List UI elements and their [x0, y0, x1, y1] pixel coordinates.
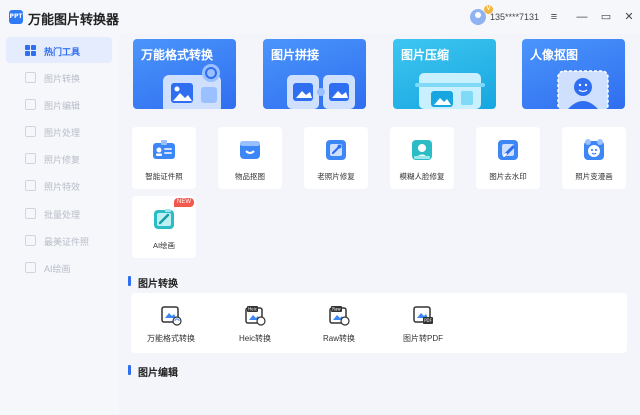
grid-icon [25, 45, 36, 56]
banner-title: 人像抠图 [530, 48, 579, 62]
tool-label: 老照片修复 [317, 172, 355, 181]
batch-icon [25, 208, 36, 219]
sidebar-item-photo-effects[interactable]: 照片特效 [6, 172, 112, 198]
tool-label: 智能证件照 [145, 172, 183, 181]
convert-universal-format[interactable]: 万能格式转换 [131, 293, 211, 353]
cutout-icon [240, 141, 260, 159]
sidebar-item-image-edit[interactable]: 图片编辑 [6, 91, 112, 117]
effects-icon [25, 180, 36, 191]
image-stitch-illustration-icon [287, 75, 355, 109]
menu-icon[interactable]: ≡ [546, 9, 562, 25]
edit-icon [25, 99, 36, 110]
section-marker [128, 276, 131, 286]
tool-ai-paint[interactable]: NEW AI绘画 [132, 196, 196, 258]
sidebar-item-label: 批量处理 [44, 210, 81, 220]
sidebar-item-batch[interactable]: 批量处理 [6, 200, 112, 226]
sidebar-item-label: 图片转换 [44, 74, 81, 84]
sidebar: 热门工具 图片转换 图片编辑 图片处理 照片修复 照片特效 批量处理 最美证件照… [0, 34, 119, 415]
raw-file-icon: Raw [329, 306, 350, 326]
sidebar-item-id-photo[interactable]: 最美证件照 [6, 227, 112, 253]
sidebar-item-label: 图片处理 [44, 128, 81, 138]
sidebar-item-label: 照片修复 [44, 155, 81, 165]
photo-repair-icon [326, 140, 346, 160]
pdf-tag: PDF [424, 318, 432, 323]
sidebar-item-label: 最美证件照 [44, 237, 90, 247]
app-logo-icon: PPT [9, 10, 23, 24]
cartoon-icon [584, 139, 604, 160]
minimize-button[interactable]: — [574, 9, 590, 25]
sidebar-item-label: 图片编辑 [44, 101, 81, 111]
main-content: 万能格式转换 图片拼接 图片压缩 人像抠图 智能证件照 物品抠图 老照片修复 模… [119, 34, 640, 415]
image-compress-illustration-icon [415, 73, 485, 109]
app-title: 万能图片转换器 [28, 12, 120, 27]
sidebar-item-image-convert[interactable]: 图片转换 [6, 64, 112, 90]
tool-label: 模糊人脸修复 [399, 172, 445, 181]
section-marker [128, 365, 131, 375]
tool-label: AI绘画 [152, 241, 176, 250]
title-bar: PPT 万能图片转换器 V 135****7131 ≡ — ▭ ✕ [0, 0, 640, 34]
pdf-file-icon: PDF [413, 306, 433, 324]
maximize-button[interactable]: ▭ [598, 9, 614, 25]
face-repair-icon [412, 140, 432, 160]
sidebar-item-photo-repair[interactable]: 照片修复 [6, 145, 112, 171]
tool-photo-to-cartoon[interactable]: 照片变漫画 [562, 127, 626, 189]
format-convert-illustration-icon [163, 64, 221, 109]
close-button[interactable]: ✕ [621, 9, 637, 25]
banner-format-convert[interactable]: 万能格式转换 [133, 39, 236, 109]
banner-image-stitch[interactable]: 图片拼接 [263, 39, 366, 109]
section-title-edit: 图片编辑 [138, 368, 178, 379]
banner-title: 图片拼接 [271, 48, 320, 62]
format-convert-icon [161, 306, 182, 326]
heic-file-icon: Heic [245, 306, 266, 326]
process-icon [25, 126, 36, 137]
convert-label: Heic转换 [238, 334, 271, 343]
tool-old-photo-repair[interactable]: 老照片修复 [304, 127, 368, 189]
sidebar-item-image-process[interactable]: 图片处理 [6, 118, 112, 144]
convert-label: Raw转换 [322, 334, 355, 343]
id-photo-icon [25, 235, 36, 246]
portrait-cutout-illustration-icon [557, 70, 609, 109]
heic-tag: Heic [248, 307, 257, 312]
tool-blur-face-repair[interactable]: 模糊人脸修复 [390, 127, 454, 189]
banner-image-compress[interactable]: 图片压缩 [393, 39, 496, 109]
tool-label: 物品抠图 [235, 172, 265, 181]
section-title-convert: 图片转换 [138, 279, 178, 290]
ai-icon [25, 262, 36, 273]
sidebar-item-label: 照片特效 [44, 182, 81, 192]
image-icon [25, 72, 36, 83]
new-badge: NEW [174, 198, 194, 207]
banner-portrait-cutout[interactable]: 人像抠图 [522, 39, 625, 109]
convert-heic[interactable]: Heic Heic转换 [215, 293, 295, 353]
watermark-remove-icon [498, 140, 518, 160]
sidebar-item-hot-tools[interactable]: 热门工具 [6, 37, 112, 63]
tool-label: 照片变漫画 [575, 172, 613, 181]
tool-label: 图片去水印 [489, 172, 527, 181]
id-card-icon [153, 140, 175, 159]
convert-label: 万能格式转换 [147, 334, 195, 343]
user-phone[interactable]: 135****7131 [490, 12, 539, 22]
tool-object-cutout[interactable]: 物品抠图 [218, 127, 282, 189]
repair-icon [25, 153, 36, 164]
sidebar-item-label: 热门工具 [44, 47, 81, 57]
sidebar-item-ai-paint[interactable]: AI绘画 [6, 254, 112, 280]
convert-image-to-pdf[interactable]: PDF 图片转PDF [383, 293, 463, 353]
banner-title: 图片压缩 [401, 48, 450, 62]
ai-paint-icon [154, 209, 174, 229]
convert-label: 图片转PDF [403, 334, 443, 343]
convert-raw[interactable]: Raw Raw转换 [299, 293, 379, 353]
sidebar-item-label: AI绘画 [44, 264, 71, 274]
tool-smart-id-photo[interactable]: 智能证件照 [132, 127, 196, 189]
raw-tag: Raw [332, 307, 341, 312]
tool-remove-watermark[interactable]: 图片去水印 [476, 127, 540, 189]
convert-panel: 万能格式转换 Heic Heic转换 Raw Raw转换 PDF 图片转PDF [131, 293, 627, 353]
